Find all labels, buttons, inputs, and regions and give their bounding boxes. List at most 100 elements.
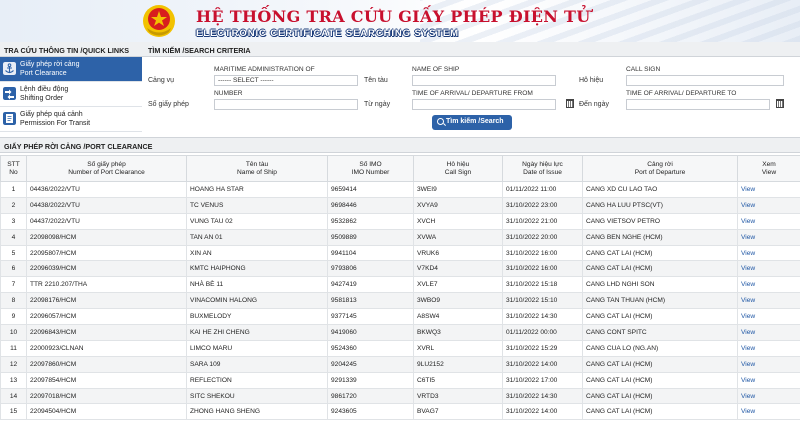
col-number-cell: 22096843/HCM xyxy=(26,324,187,341)
view-link[interactable]: View xyxy=(741,345,755,352)
col-imo-cell: 9793806 xyxy=(327,260,414,278)
header-label-vn: Cảng rời xyxy=(647,160,673,168)
header-label-vn: Số IMO xyxy=(359,160,382,168)
col-number-cell: 04436/2022/VTU xyxy=(26,181,187,198)
header-banner: HỆ THỐNG TRA CỨU GIẤY PHÉP ĐIỆN TỬ ELECT… xyxy=(0,0,800,42)
header-label-vn: Số giấy phép xyxy=(87,160,126,168)
sidebar-item-label-en: Permission For Transit xyxy=(20,120,91,127)
sidebar-item-transit[interactable]: Giấy phép quá cảnh Permission For Transi… xyxy=(0,107,142,132)
table-row: 6 22096039/HCM KMTC HAIPHONG 9793806 V7KD4 31… xyxy=(0,260,800,278)
sidebar-item-label-en: Shifting Order xyxy=(20,95,64,102)
col-port-cell: CANG CAT LAI (HCM) xyxy=(582,260,738,278)
call-sign-label: Hô hiệu xyxy=(579,77,604,84)
col-ship-name-cell: VINACOMIN HALONG xyxy=(186,292,328,310)
col-imo-cell: 9291339 xyxy=(327,371,414,389)
view-link[interactable]: View xyxy=(741,234,755,241)
col-date-cell: 31/10/2022 15:18 xyxy=(502,276,583,294)
view-link[interactable]: View xyxy=(741,408,755,415)
col-view-cell: View xyxy=(737,308,800,326)
search-criteria-heading: TÌM KIẾM /SEARCH CRITERIA xyxy=(142,42,800,57)
permit-number-input[interactable] xyxy=(214,99,358,110)
port-select[interactable]: ------ SELECT ------ xyxy=(214,75,358,86)
port-clearance-table: STT No Số giấy phép Number of Port Clearanc… xyxy=(0,155,800,421)
col-date-cell: 31/10/2022 20:00 xyxy=(502,228,583,246)
ship-name-input[interactable] xyxy=(412,75,556,86)
header-label-en: Number of Port Clearance xyxy=(68,168,145,176)
col-no-cell: 6 xyxy=(0,260,27,278)
col-number-cell: 22097854/HCM xyxy=(26,371,187,389)
col-no-cell: 12 xyxy=(0,355,27,373)
calendar-icon[interactable] xyxy=(776,99,784,108)
header-label-en: Port of Departure xyxy=(634,168,686,176)
col-view-cell: View xyxy=(737,276,800,294)
header-label-vn: Xem xyxy=(762,160,776,168)
col-port-cell: CANG VIETSOV PETRO xyxy=(582,212,738,230)
view-link[interactable]: View xyxy=(741,297,755,304)
view-link[interactable]: View xyxy=(741,329,755,336)
col-date-cell: 31/10/2022 15:10 xyxy=(502,292,583,310)
col-number-cell: 22096057/HCM xyxy=(26,308,187,326)
view-link[interactable]: View xyxy=(741,186,755,193)
col-ship-name-cell: REFLECTION xyxy=(186,371,328,389)
call-sign-sublabel: CALL SIGN xyxy=(626,66,661,73)
header-label-vn: STT xyxy=(7,160,20,168)
col-no-cell: 9 xyxy=(0,308,27,326)
col-ship-name-cell: ZHONG HANG SHENG xyxy=(186,403,328,421)
col-number-cell: 22000923/CLNAN xyxy=(26,339,187,357)
view-link[interactable]: View xyxy=(741,218,755,225)
call-sign-input[interactable] xyxy=(626,75,784,86)
table-row: 8 22098176/HCM VINACOMIN HALONG 9581813 3WBO… xyxy=(0,292,800,310)
sidebar-item-port-clearance[interactable]: Giấy phép rời cảng Port Clearance xyxy=(0,57,142,82)
anchor-icon xyxy=(3,62,16,75)
col-number-cell: TTR 2210.207/THA xyxy=(26,276,187,294)
col-view-cell: View xyxy=(737,260,800,278)
view-link[interactable]: View xyxy=(741,361,755,368)
col-call-sign-cell: BKWQ3 xyxy=(413,324,503,341)
table-row: 15 22094504/HCM ZHONG HANG SHENG 9243605 BVA… xyxy=(0,403,800,421)
col-call-sign-cell: XVWA xyxy=(413,228,503,246)
col-call-sign-cell: C6TI5 xyxy=(413,371,503,389)
col-imo-cell: 9698446 xyxy=(327,196,414,214)
col-call-sign-cell: XVRL xyxy=(413,339,503,357)
col-imo-cell: 9204245 xyxy=(327,355,414,373)
header-label-vn: Ngày hiệu lực xyxy=(522,160,563,168)
col-number-cell: 22098098/HCM xyxy=(26,228,187,246)
col-view-cell: View xyxy=(737,244,800,262)
view-link[interactable]: View xyxy=(741,265,755,272)
table-row: 10 22096843/HCM KAI HE ZHI CHENG 9419060 BKW… xyxy=(0,324,800,341)
table-row: 12 22097860/HCM SARA 109 9204245 9LU2152 31/1… xyxy=(0,355,800,373)
col-ship-name-cell: KAI HE ZHI CHENG xyxy=(186,324,328,341)
date-from-input[interactable] xyxy=(412,99,556,110)
col-ship-name-cell: NHÀ BÈ 11 xyxy=(186,276,328,294)
sidebar-item-label-vn: Giấy phép quá cảnh xyxy=(20,111,83,118)
view-link[interactable]: View xyxy=(741,250,755,257)
col-number-cell: 22098176/HCM xyxy=(26,292,187,310)
col-date-cell: 31/10/2022 14:00 xyxy=(502,403,583,421)
permit-number-label: Số giấy phép xyxy=(148,101,189,108)
col-imo-cell: 9243605 xyxy=(327,403,414,421)
view-link[interactable]: View xyxy=(741,377,755,384)
col-no-cell: 3 xyxy=(0,212,27,230)
national-emblem-icon xyxy=(143,5,175,37)
search-button[interactable]: Tìm kiếm /Search xyxy=(432,115,512,130)
table-body: 1 04436/2022/VTU HOANG HA STAR 9659414 3WEI9… xyxy=(0,181,800,421)
sidebar-item-shifting-order[interactable]: Lệnh điều động Shifting Order xyxy=(0,82,142,107)
col-imo-cell: 9581813 xyxy=(327,292,414,310)
table-row: 7 TTR 2210.207/THA NHÀ BÈ 11 9427419 XVLE7 31… xyxy=(0,276,800,294)
table-header-row: STT No Số giấy phép Number of Port Clearanc… xyxy=(0,155,800,182)
col-number-cell: 04438/2022/VTU xyxy=(26,196,187,214)
col-no-cell: 14 xyxy=(0,387,27,405)
view-link[interactable]: View xyxy=(741,393,755,400)
col-ship-name-cell: TC VENUS xyxy=(186,196,328,214)
date-to-input[interactable] xyxy=(626,99,770,110)
view-link[interactable]: View xyxy=(741,202,755,209)
col-no-cell: 15 xyxy=(0,403,27,421)
view-link[interactable]: View xyxy=(741,313,755,320)
col-no-cell: 10 xyxy=(0,324,27,341)
view-link[interactable]: View xyxy=(741,281,755,288)
calendar-icon[interactable] xyxy=(566,99,574,108)
table-row: 2 04438/2022/VTU TC VENUS 9698446 XVYA9 31/10… xyxy=(0,196,800,214)
col-ship-name-header: Tên tàu Name of Ship xyxy=(186,155,328,182)
col-date-cell: 31/10/2022 17:00 xyxy=(502,371,583,389)
col-port-cell: CANG LHD NGHI SON xyxy=(582,276,738,294)
